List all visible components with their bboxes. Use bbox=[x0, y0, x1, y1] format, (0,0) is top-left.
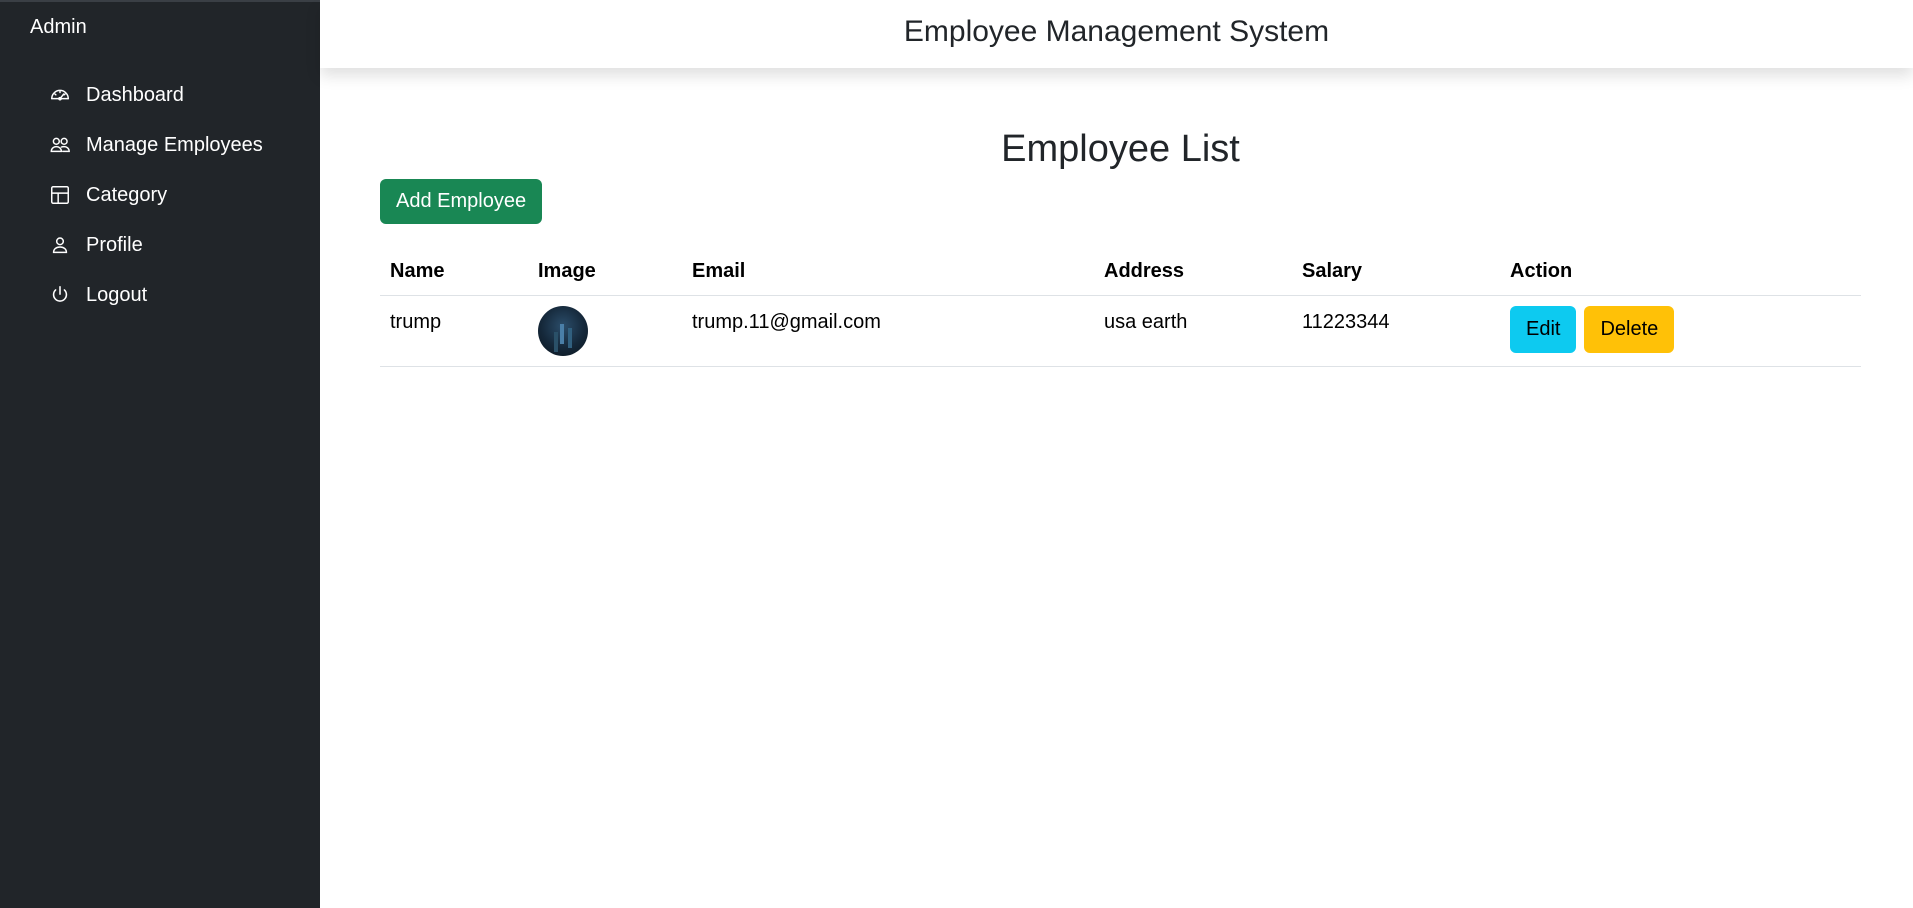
sidebar-item-manage-employees[interactable]: Manage Employees bbox=[0, 120, 320, 170]
sidebar-brand[interactable]: Admin bbox=[0, 0, 320, 56]
top-header: Employee Management System bbox=[320, 0, 1913, 68]
sidebar-nav: Dashboard Manage Employees Category Prof… bbox=[0, 70, 320, 320]
columns-icon bbox=[48, 183, 72, 207]
sidebar-item-label: Manage Employees bbox=[86, 133, 263, 156]
add-employee-button[interactable]: Add Employee bbox=[380, 179, 543, 224]
employee-name: trump bbox=[390, 311, 442, 333]
speedometer-icon bbox=[48, 83, 72, 107]
column-header-address: Address bbox=[1094, 246, 1292, 296]
table-row: trump trump.11@gmail.com usa earth 11223… bbox=[380, 295, 1861, 367]
app-title: Employee Management System bbox=[903, 15, 1330, 48]
cell-name: trump bbox=[380, 295, 528, 367]
cell-email: trump.11@gmail.com bbox=[682, 295, 1094, 367]
cell-address: usa earth bbox=[1094, 295, 1292, 367]
employee-table: Name Image Email Address Salary Action t… bbox=[380, 246, 1861, 367]
employee-salary: 11223344 bbox=[1302, 311, 1390, 333]
employee-address: usa earth bbox=[1104, 311, 1188, 333]
sidebar-item-label: Category bbox=[86, 183, 168, 206]
employee-email: trump.11@gmail.com bbox=[692, 311, 881, 333]
cell-image bbox=[528, 295, 682, 367]
cell-salary: 11223344 bbox=[1292, 295, 1500, 367]
power-icon bbox=[48, 283, 72, 307]
column-header-salary: Salary bbox=[1292, 246, 1500, 296]
column-header-action: Action bbox=[1500, 246, 1861, 296]
employee-list-section: Employee List Add Employee Name Image Em… bbox=[320, 128, 1913, 367]
column-header-name: Name bbox=[380, 246, 528, 296]
app-root: Admin Dashboard Manage Employees Categor… bbox=[0, 0, 1913, 908]
main-area: Employee Management System Employee List… bbox=[320, 0, 1913, 908]
avatar bbox=[538, 306, 588, 356]
person-icon bbox=[48, 233, 72, 257]
people-icon bbox=[48, 133, 72, 157]
page-title: Employee List bbox=[1001, 128, 1240, 170]
sidebar-item-label: Logout bbox=[86, 283, 148, 306]
sidebar-item-label: Dashboard bbox=[86, 83, 184, 106]
cell-action: Edit Delete bbox=[1500, 295, 1861, 367]
sidebar-item-logout[interactable]: Logout bbox=[0, 270, 320, 320]
sidebar-item-category[interactable]: Category bbox=[0, 170, 320, 220]
sidebar-item-profile[interactable]: Profile bbox=[0, 220, 320, 270]
delete-button[interactable]: Delete bbox=[1584, 306, 1675, 353]
sidebar: Admin Dashboard Manage Employees Categor… bbox=[0, 0, 320, 908]
sidebar-item-dashboard[interactable]: Dashboard bbox=[0, 70, 320, 120]
sidebar-item-label: Profile bbox=[86, 233, 143, 256]
edit-button[interactable]: Edit bbox=[1510, 306, 1577, 353]
column-header-email: Email bbox=[682, 246, 1094, 296]
table-header-row: Name Image Email Address Salary Action bbox=[380, 246, 1861, 296]
column-header-image: Image bbox=[528, 246, 682, 296]
